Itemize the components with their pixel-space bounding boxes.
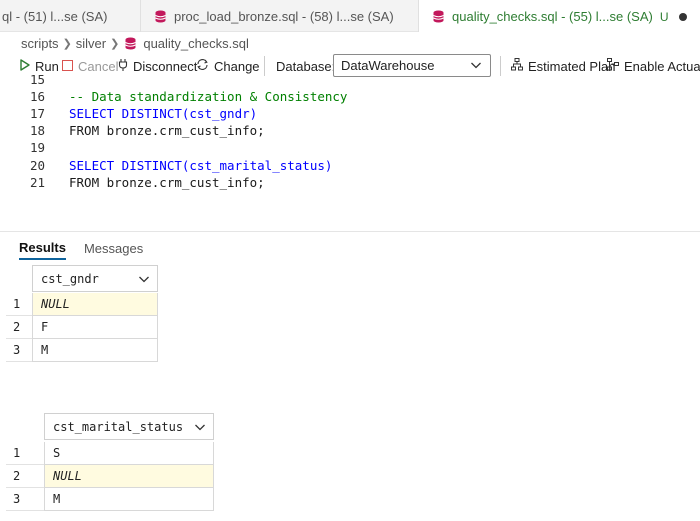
chevron-down-icon[interactable] (194, 421, 206, 436)
breadcrumb: scripts ❯ silver ❯ quality_checks.sql (21, 34, 249, 52)
editor-line: 21 FROM bronze.crm_cust_info; (0, 174, 700, 191)
tab-partial-query[interactable]: ql - (51) l...se (SA) (0, 0, 141, 32)
tab-messages[interactable]: Messages (84, 241, 143, 259)
line-number: 21 (29, 175, 45, 190)
column-header[interactable]: cst_gndr (32, 265, 158, 292)
unsaved-dot-icon[interactable] (678, 12, 687, 21)
row-number: 2 (6, 316, 32, 339)
results-tab-strip: Results Messages (19, 239, 161, 261)
table-row[interactable]: 1 NULL (6, 293, 158, 316)
table-cell[interactable]: M (44, 488, 214, 511)
table-cell[interactable]: S (44, 442, 214, 465)
editor-line: 16 -- Data standardization & Consistency (0, 88, 700, 105)
code-text: FROM bronze.crm_cust_info; (69, 175, 265, 190)
code-text: SELECT DISTINCT(cst_marital_status) (69, 158, 333, 173)
table-cell[interactable]: NULL (44, 465, 214, 488)
tab-label: quality_checks.sql - (55) l...se (SA) (452, 9, 653, 24)
line-number: 17 (29, 106, 45, 121)
untracked-status-badge: U (659, 9, 669, 24)
line-number: 19 (29, 140, 45, 155)
line-number: 20 (29, 158, 45, 173)
editor-line: 18 FROM bronze.crm_cust_info; (0, 122, 700, 139)
tab-results[interactable]: Results (19, 240, 66, 260)
code-comment: -- Data standardization & Consistency (69, 89, 348, 104)
column-header-label: cst_marital_status (53, 419, 184, 434)
tab-quality-checks[interactable]: quality_checks.sql - (55) l...se (SA) U (419, 0, 700, 33)
tab-label: proc_load_bronze.sql - (58) l...se (SA) (174, 8, 394, 24)
table-row[interactable]: 2 NULL (6, 465, 214, 488)
editor-line: 17 SELECT DISTINCT(cst_gndr) (0, 105, 700, 122)
table-row[interactable]: 2 F (6, 316, 158, 339)
database-file-icon (433, 10, 444, 23)
editor-results-divider[interactable] (0, 231, 700, 232)
database-file-icon (155, 10, 166, 23)
column-header[interactable]: cst_marital_status (44, 413, 214, 440)
breadcrumb-item-file[interactable]: quality_checks.sql (143, 36, 249, 51)
breadcrumb-item-scripts[interactable]: scripts (21, 36, 59, 51)
row-number: 1 (6, 442, 44, 465)
table-row[interactable]: 1 S (6, 442, 214, 465)
column-header-label: cst_gndr (41, 271, 99, 286)
table-cell[interactable]: NULL (32, 293, 158, 316)
chevron-right-icon: ❯ (62, 37, 72, 50)
editor-line-partial: 15 (0, 71, 700, 88)
row-number: 1 (6, 293, 32, 316)
tab-label: ql - (51) l...se (SA) (2, 8, 108, 24)
line-number: 16 (29, 89, 45, 104)
database-file-icon (125, 37, 137, 50)
result-grid-marital-status[interactable]: cst_marital_status 1 S 2 NULL 3 M (6, 413, 214, 511)
table-row[interactable]: 3 M (6, 339, 158, 362)
line-number: 15 (29, 72, 45, 87)
tab-proc-load-bronze[interactable]: proc_load_bronze.sql - (58) l...se (SA) (141, 0, 419, 32)
editor-line: 19 (0, 139, 700, 156)
sql-editor[interactable]: 15 16 -- Data standardization & Consiste… (0, 72, 700, 228)
row-number: 3 (6, 488, 44, 511)
code-text: FROM bronze.crm_cust_info; (69, 123, 265, 138)
chevron-right-icon: ❯ (110, 37, 120, 50)
line-number: 18 (29, 123, 45, 138)
breadcrumb-item-silver[interactable]: silver (76, 36, 106, 51)
result-grid-gender[interactable]: cst_gndr 1 NULL 2 F 3 M (6, 265, 158, 362)
table-row[interactable]: 3 M (6, 488, 214, 511)
code-text: SELECT DISTINCT(cst_gndr) (69, 106, 258, 121)
editor-tab-bar: ql - (51) l...se (SA) proc_load_bronze.s… (0, 0, 700, 33)
row-number: 3 (6, 339, 32, 362)
chevron-down-icon[interactable] (138, 273, 150, 288)
table-cell[interactable]: F (32, 316, 158, 339)
editor-line: 20 SELECT DISTINCT(cst_marital_status) (0, 157, 700, 174)
table-cell[interactable]: M (32, 339, 158, 362)
row-number: 2 (6, 465, 44, 488)
